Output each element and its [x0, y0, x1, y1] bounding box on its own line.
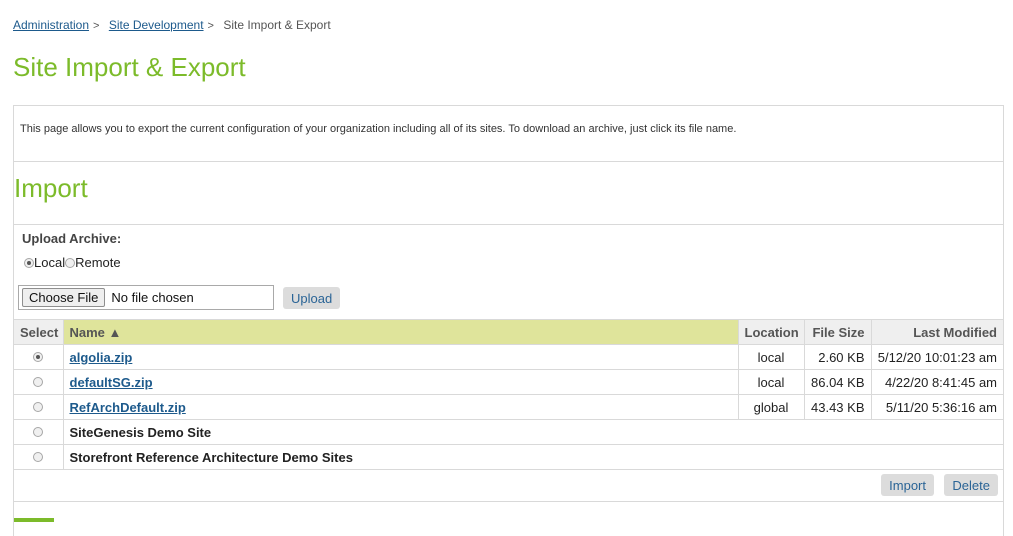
upload-section: Upload Archive: Local Remote Choose File… [14, 225, 1003, 319]
radio-local-label: Local [34, 255, 66, 270]
row-select-radio[interactable] [33, 451, 44, 462]
breadcrumb: Administration > Site Development > Site I… [13, 18, 331, 32]
breadcrumb-current: Site Import & Export [223, 18, 331, 32]
import-section-header: Import [14, 162, 1003, 225]
table-row: algolia.zip local 2.60 KB 5/12/20 10:01:… [14, 344, 1003, 370]
row-select-radio[interactable] [33, 401, 44, 412]
archive-link[interactable]: RefArchDefault.zip [70, 400, 186, 415]
archive-modified: 5/12/20 10:01:23 am [871, 344, 1003, 370]
archive-size: 2.60 KB [804, 344, 872, 370]
column-header-file-size[interactable]: File Size [804, 319, 872, 345]
breadcrumb-separator: > [207, 20, 214, 32]
table-row: defaultSG.zip local 86.04 KB 4/22/20 8:4… [14, 369, 1003, 395]
breadcrumb-site-development[interactable]: Site Development [109, 18, 204, 32]
site-name: SiteGenesis Demo Site [69, 424, 212, 440]
table-row-site: Storefront Reference Architecture Demo S… [14, 444, 1003, 470]
radio-local[interactable] [24, 257, 34, 268]
file-status: No file chosen [111, 290, 194, 305]
breadcrumb-administration[interactable]: Administration [13, 18, 89, 32]
table-row-site: SiteGenesis Demo Site [14, 419, 1003, 445]
column-header-select: Select [14, 319, 64, 345]
archive-table: Select Name ▲ Location File Size Last Mo… [14, 319, 1003, 470]
import-button[interactable]: Import [881, 474, 934, 496]
intro-text: This page allows you to export the curre… [14, 106, 1003, 162]
radio-remote[interactable] [65, 257, 76, 268]
archive-modified: 4/22/20 8:41:45 am [871, 369, 1003, 395]
table-row: RefArchDefault.zip global 43.43 KB 5/11/… [14, 394, 1003, 420]
upload-archive-label: Upload Archive: [22, 231, 122, 246]
table-header-row: Select Name ▲ Location File Size Last Mo… [14, 319, 1003, 345]
file-input[interactable]: Choose File No file chosen [18, 285, 274, 310]
radio-remote-label: Remote [75, 255, 121, 270]
archive-location: global [738, 394, 805, 420]
main-panel: This page allows you to export the curre… [13, 105, 1004, 536]
table-actions: Import Delete [14, 470, 1003, 502]
row-select-radio[interactable] [33, 376, 44, 387]
column-header-location[interactable]: Location [738, 319, 805, 345]
breadcrumb-separator: > [93, 20, 100, 32]
row-select-radio[interactable] [33, 426, 44, 437]
choose-file-button[interactable]: Choose File [22, 288, 106, 307]
archive-location: local [738, 369, 805, 395]
archive-modified: 5/11/20 5:36:16 am [871, 394, 1003, 420]
page-title: Site Import & Export [13, 52, 246, 82]
upload-button[interactable]: Upload [283, 287, 341, 309]
column-header-name[interactable]: Name ▲ [63, 319, 739, 345]
import-heading: Import [14, 173, 88, 203]
archive-link[interactable]: algolia.zip [70, 350, 133, 365]
archive-link[interactable]: defaultSG.zip [70, 375, 153, 390]
delete-button[interactable]: Delete [944, 474, 998, 496]
row-select-radio[interactable] [33, 351, 44, 362]
site-name: Storefront Reference Architecture Demo S… [69, 449, 353, 465]
export-heading-partial [14, 518, 54, 522]
archive-size: 43.43 KB [804, 394, 872, 420]
column-header-last-modified[interactable]: Last Modified [871, 319, 1003, 345]
archive-size: 86.04 KB [804, 369, 872, 395]
archive-location: local [738, 344, 805, 370]
upload-source-radios: Local Remote [24, 255, 121, 270]
